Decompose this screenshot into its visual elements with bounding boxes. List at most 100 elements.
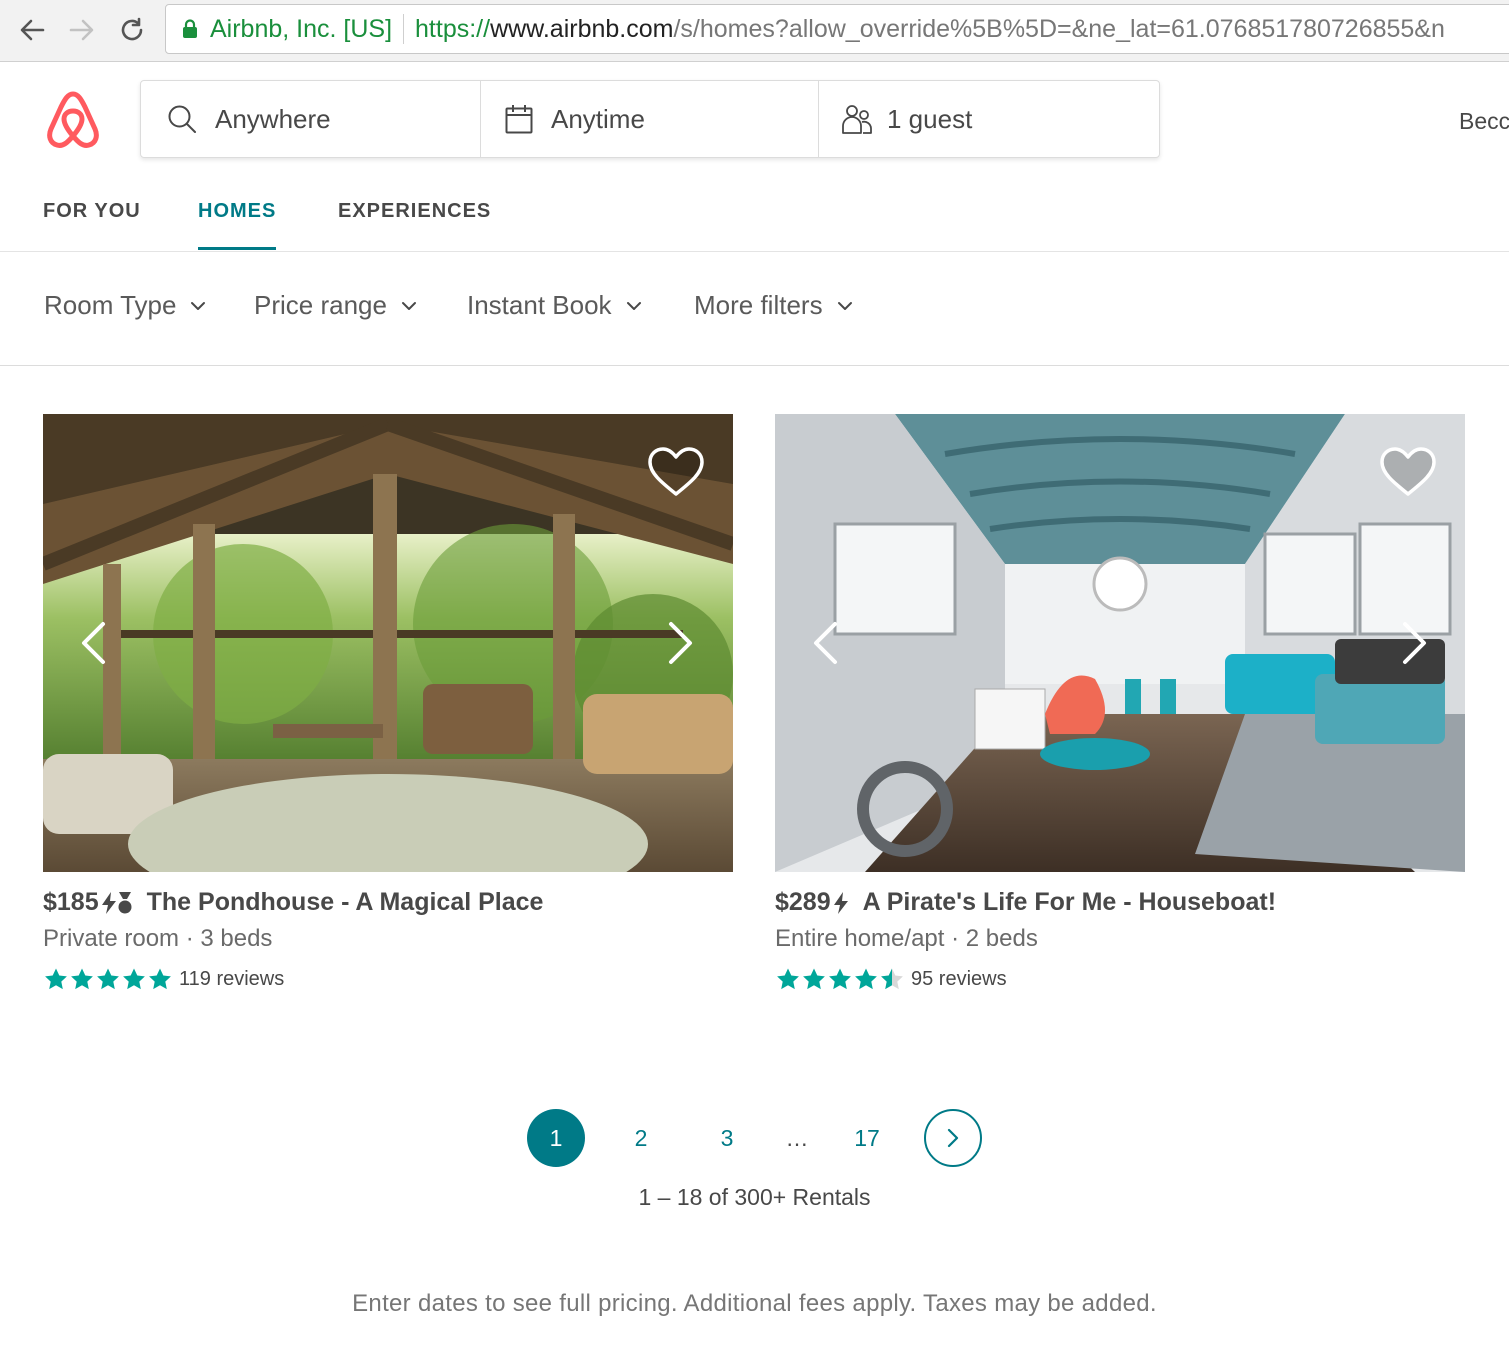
lock-icon xyxy=(182,19,198,39)
chevron-right-icon xyxy=(1403,622,1426,664)
houseboat-interior-photo xyxy=(775,414,1465,872)
reload-icon xyxy=(121,17,143,41)
listing-price: $289 xyxy=(775,888,831,916)
back-arrow-icon xyxy=(20,19,45,41)
half-star-icon xyxy=(881,968,903,990)
heart-icon xyxy=(648,447,704,496)
reload-button[interactable] xyxy=(112,10,152,50)
address-bar[interactable]: Airbnb, Inc. [US] https://www.airbnb.com… xyxy=(165,4,1509,54)
chevron-left-icon xyxy=(814,622,837,664)
become-a-host-link[interactable]: Becc xyxy=(1459,108,1509,135)
listing-price: $185 xyxy=(43,888,99,916)
guests-icon xyxy=(842,105,872,134)
chevron-right-icon xyxy=(669,622,692,664)
page-2-button[interactable]: 2 xyxy=(612,1109,670,1167)
listing-title: The Pondhouse - A Magical Place xyxy=(146,888,544,916)
listing-photo[interactable] xyxy=(43,414,733,872)
review-count: 95 reviews xyxy=(911,967,1007,990)
previous-photo-button[interactable] xyxy=(811,620,839,670)
pricing-disclaimer: Enter dates to see full pricing. Additio… xyxy=(352,1290,1157,1317)
filter-instant-book-label: Instant Book xyxy=(467,290,612,320)
review-count: 119 reviews xyxy=(179,967,285,990)
save-heart-button[interactable] xyxy=(647,446,705,502)
tab-for-you[interactable]: FOR YOU xyxy=(43,200,141,250)
star-icon xyxy=(803,968,825,990)
star-icon xyxy=(829,968,851,990)
chevron-down-icon xyxy=(837,301,852,310)
url-path: /s/homes?allow_override%5B%5D=&ne_lat=61… xyxy=(673,14,1445,43)
site-identity: Airbnb, Inc. [US] xyxy=(210,14,393,43)
star-icon xyxy=(149,968,171,990)
star-rating xyxy=(775,967,905,991)
url-scheme: https:// xyxy=(415,14,491,43)
filter-room-type[interactable]: Room Type xyxy=(44,290,206,321)
heart-icon xyxy=(1380,447,1436,496)
results-summary: 1 – 18 of 300+ Rentals xyxy=(638,1184,871,1210)
instant-book-icon xyxy=(101,891,116,914)
star-icon xyxy=(855,968,877,990)
star-icon xyxy=(97,968,119,990)
listing-card[interactable]: $185 The Pondhouse - A Magical Place Pri… xyxy=(43,414,733,991)
instant-book-icon xyxy=(833,891,848,914)
previous-photo-button[interactable] xyxy=(79,620,107,670)
filter-more-filters-label: More filters xyxy=(694,290,823,320)
listing-room-info: Entire home/apt · 2 beds xyxy=(775,925,1038,952)
listing-card[interactable]: $289 A Pirate's Life For Me - Houseboat!… xyxy=(775,414,1465,991)
url-text: https://www.airbnb.com/s/homes?allow_ove… xyxy=(415,15,1445,44)
filter-room-type-label: Room Type xyxy=(44,290,177,320)
star-icon xyxy=(45,968,67,990)
calendar-icon xyxy=(505,105,533,134)
listing-rating: 95 reviews xyxy=(775,967,1465,991)
listing-room-info: Private room · 3 beds xyxy=(43,925,273,952)
url-divider xyxy=(403,14,405,44)
filter-more-filters[interactable]: More filters xyxy=(694,290,853,321)
search-icon xyxy=(168,105,196,133)
filter-price-range[interactable]: Price range xyxy=(254,290,417,321)
pagination: 1 2 3 … 17 xyxy=(0,1109,1509,1167)
chevron-left-icon xyxy=(82,622,105,664)
filter-price-range-label: Price range xyxy=(254,290,387,320)
chevron-down-icon xyxy=(626,301,641,310)
chevron-right-icon xyxy=(947,1128,959,1148)
location-label: Anywhere xyxy=(215,103,331,134)
url-host: www.airbnb.com xyxy=(490,14,674,43)
listing-title-row: $185 The Pondhouse - A Magical Place xyxy=(43,888,733,917)
filter-instant-book[interactable]: Instant Book xyxy=(467,290,642,321)
star-icon xyxy=(123,968,145,990)
tab-homes[interactable]: HOMES xyxy=(198,200,277,250)
page-3-button[interactable]: 3 xyxy=(698,1109,756,1167)
tab-experiences[interactable]: EXPERIENCES xyxy=(338,200,491,250)
next-page-button[interactable] xyxy=(924,1109,982,1167)
listing-title: A Pirate's Life For Me - Houseboat! xyxy=(862,888,1277,916)
superhost-icon xyxy=(118,891,132,913)
category-tabs: FOR YOU HOMES EXPERIENCES xyxy=(0,180,1509,252)
guests-label: 1 guest xyxy=(887,103,973,134)
browser-toolbar: Airbnb, Inc. [US] https://www.airbnb.com… xyxy=(0,0,1509,62)
listing-title-row: $289 A Pirate's Life For Me - Houseboat! xyxy=(775,888,1465,917)
page-1-button[interactable]: 1 xyxy=(527,1109,585,1167)
star-icon xyxy=(71,968,93,990)
forward-arrow-icon xyxy=(69,19,94,41)
cabin-interior-photo xyxy=(43,414,733,872)
star-rating xyxy=(43,967,173,991)
back-button[interactable] xyxy=(12,10,52,50)
listing-photo[interactable] xyxy=(775,414,1465,872)
chevron-down-icon xyxy=(191,301,206,310)
save-heart-button[interactable] xyxy=(1379,446,1437,502)
location-search-field[interactable]: Anywhere xyxy=(141,81,481,157)
next-photo-button[interactable] xyxy=(667,620,695,670)
listing-rating: 119 reviews xyxy=(43,967,733,991)
airbnb-logo[interactable] xyxy=(44,88,104,150)
chevron-down-icon xyxy=(401,301,416,310)
page-ellipsis: … xyxy=(785,1124,809,1151)
forward-button[interactable] xyxy=(62,10,102,50)
search-bar: Anywhere Anytime 1 guest xyxy=(140,80,1160,158)
next-photo-button[interactable] xyxy=(1401,620,1429,670)
guests-field[interactable]: 1 guest xyxy=(819,81,1159,157)
page-17-button[interactable]: 17 xyxy=(838,1109,896,1167)
dates-field[interactable]: Anytime xyxy=(481,81,819,157)
star-icon xyxy=(777,968,799,990)
filter-bar: Room Type Price range Instant Book More … xyxy=(0,252,1509,366)
airbnb-belo-icon xyxy=(47,91,99,148)
dates-label: Anytime xyxy=(551,103,645,134)
